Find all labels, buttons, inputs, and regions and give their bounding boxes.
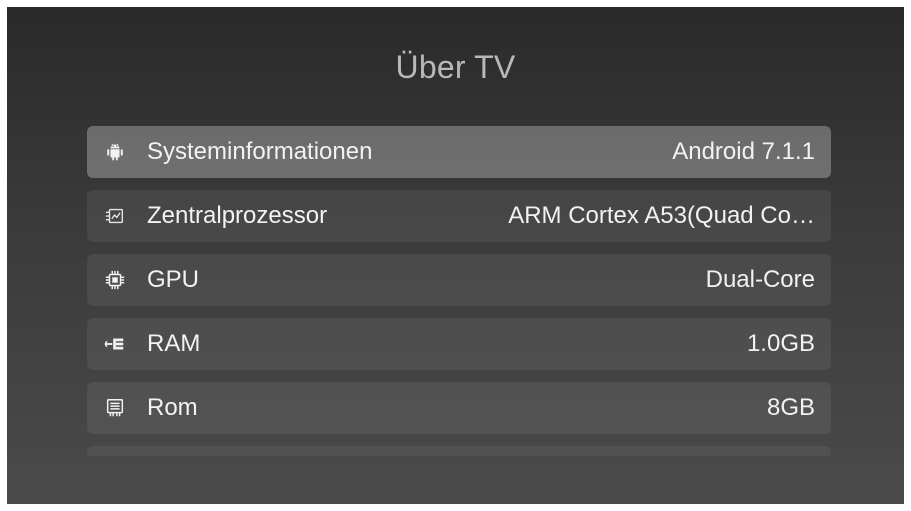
list-item-label: GPU xyxy=(147,266,200,293)
settings-list: Systeminformationen Android 7.1.1 Zentra… xyxy=(87,126,831,456)
list-item-gpu[interactable]: GPU Dual-Core xyxy=(87,254,831,306)
android-icon xyxy=(103,140,127,164)
list-item-system-info[interactable]: Systeminformationen Android 7.1.1 xyxy=(87,126,831,178)
about-tv-screen: Über TV Systeminformationen Android 7.1.… xyxy=(7,7,904,504)
chip-icon xyxy=(103,268,127,292)
list-item-value: Android 7.1.1 xyxy=(672,138,815,165)
memory-icon xyxy=(103,332,127,356)
list-item-value: 1.0GB xyxy=(746,330,815,357)
list-item-label: Systeminformationen xyxy=(147,138,373,165)
storage-icon xyxy=(103,396,127,420)
list-item-value: 8GB xyxy=(766,394,815,421)
list-item-label: Zentralprozessor xyxy=(147,202,328,229)
processor-icon xyxy=(103,204,127,228)
list-item-value: Dual-Core xyxy=(705,266,815,293)
list-item-rom[interactable]: Rom 8GB xyxy=(87,382,831,434)
page-title: Über TV xyxy=(395,49,516,85)
list-item-ram[interactable]: RAM 1.0GB xyxy=(87,318,831,370)
list-item-value: ARM Cortex A53(Quad Co… xyxy=(508,202,815,229)
list-item-label: RAM xyxy=(147,330,201,357)
list-item-label: Rom xyxy=(147,394,198,421)
list-item-processor[interactable]: Zentralprozessor ARM Cortex A53(Quad Co… xyxy=(87,190,831,242)
bottom-fade xyxy=(7,452,904,504)
list-item-partial[interactable] xyxy=(87,446,831,456)
